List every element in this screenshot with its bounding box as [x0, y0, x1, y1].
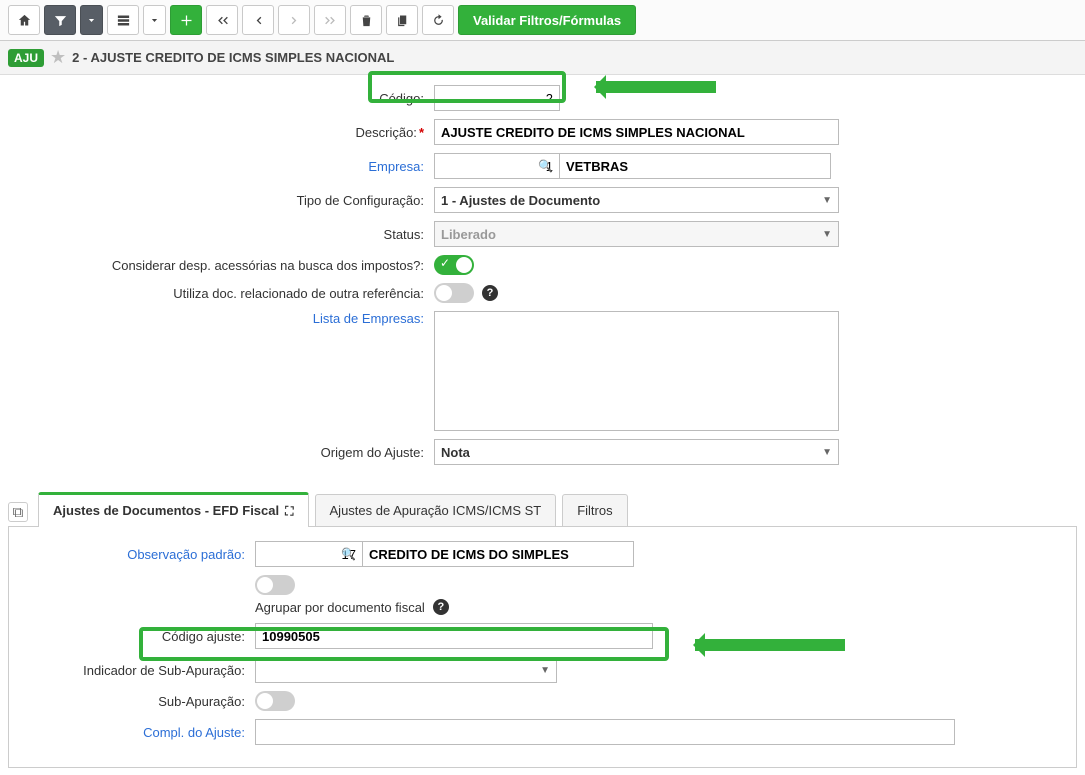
grid-button[interactable]	[107, 5, 139, 35]
next-button[interactable]	[278, 5, 310, 35]
caret-down-icon	[150, 16, 159, 25]
double-chevron-right-icon	[323, 13, 338, 28]
lista-empresas-textarea[interactable]	[434, 311, 839, 431]
codigo-ajuste-label: Código ajuste:	[19, 629, 255, 644]
copy-button[interactable]	[386, 5, 418, 35]
grid-dropdown-button[interactable]	[143, 5, 166, 35]
agrupar-toggle[interactable]	[255, 575, 295, 595]
caret-down-icon: ▼	[822, 195, 832, 206]
copy-icon	[395, 13, 410, 28]
status-label: Status:	[14, 227, 434, 242]
expand-icon[interactable]: ⛶	[285, 504, 293, 518]
sub-apuracao-label: Sub-Apuração:	[19, 694, 255, 709]
compl-ajuste-label[interactable]: Compl. do Ajuste:	[19, 725, 255, 740]
double-chevron-left-icon	[215, 13, 230, 28]
chevron-right-icon	[287, 13, 302, 28]
doc-relacionado-toggle[interactable]	[434, 283, 474, 303]
arrow-codigo	[596, 81, 716, 93]
reload-button[interactable]	[422, 5, 454, 35]
first-button[interactable]	[206, 5, 238, 35]
empresa-code-input[interactable]	[434, 153, 560, 179]
origem-ajuste-label: Origem do Ajuste:	[14, 445, 434, 460]
help-icon[interactable]: ?	[482, 285, 498, 301]
page-title: 2 - AJUSTE CREDITO DE ICMS SIMPLES NACIO…	[72, 50, 394, 65]
filter-dropdown-button[interactable]	[80, 5, 103, 35]
origem-ajuste-select[interactable]: Nota▼	[434, 439, 839, 465]
lista-empresas-label[interactable]: Lista de Empresas:	[14, 311, 434, 326]
tipo-config-label: Tipo de Configuração:	[14, 193, 434, 208]
compl-ajuste-input[interactable]	[255, 719, 955, 745]
tab-ajustes-apuracao[interactable]: Ajustes de Apuração ICMS/ICMS ST	[315, 494, 557, 526]
refresh-icon	[431, 13, 446, 28]
indicador-sub-select[interactable]: ▼	[255, 657, 557, 683]
last-button[interactable]	[314, 5, 346, 35]
caret-down-icon	[87, 16, 96, 25]
trash-icon	[359, 13, 374, 28]
descricao-label: Descrição:*	[14, 125, 434, 140]
record-type-badge: AJU	[8, 49, 44, 67]
home-icon	[17, 13, 32, 28]
prev-button[interactable]	[242, 5, 274, 35]
validate-filters-button[interactable]: Validar Filtros/Fórmulas	[458, 5, 636, 35]
tab-ajustes-documentos[interactable]: Ajustes de Documentos - EFD Fiscal⛶	[38, 492, 309, 527]
agrupar-label: Agrupar por documento fiscal	[255, 600, 425, 615]
observacao-code-input[interactable]	[255, 541, 363, 567]
caret-down-icon: ▼	[540, 665, 550, 676]
add-button[interactable]	[170, 5, 202, 35]
favorite-star-icon[interactable]: ★	[50, 47, 66, 68]
codigo-input[interactable]	[434, 85, 560, 111]
chevron-left-icon	[251, 13, 266, 28]
plus-icon	[179, 13, 194, 28]
indicador-sub-label: Indicador de Sub-Apuração:	[19, 663, 255, 678]
tab-filtros[interactable]: Filtros	[562, 494, 627, 526]
copy-tabs-icon[interactable]: ⧉	[8, 502, 28, 522]
codigo-ajuste-input[interactable]	[255, 623, 653, 649]
arrow-codigo-ajuste	[695, 639, 845, 651]
observacao-desc-display	[362, 541, 634, 567]
codigo-label: Código:	[14, 91, 434, 106]
descricao-input[interactable]	[434, 119, 839, 145]
table-icon	[116, 13, 131, 28]
delete-button[interactable]	[350, 5, 382, 35]
tipo-config-select[interactable]: 1 - Ajustes de Documento▼	[434, 187, 839, 213]
home-button[interactable]	[8, 5, 40, 35]
observacao-label[interactable]: Observação padrão:	[19, 547, 255, 562]
empresa-name-display	[559, 153, 831, 179]
caret-down-icon: ▼	[822, 229, 832, 240]
caret-down-icon: ▼	[822, 447, 832, 458]
help-icon[interactable]: ?	[433, 599, 449, 615]
filter-button[interactable]	[44, 5, 76, 35]
status-select: Liberado▼	[434, 221, 839, 247]
desp-acessorias-toggle[interactable]	[434, 255, 474, 275]
empresa-label[interactable]: Empresa:	[14, 159, 434, 174]
desp-acessorias-label: Considerar desp. acessórias na busca dos…	[14, 258, 434, 273]
doc-relacionado-label: Utiliza doc. relacionado de outra referê…	[14, 286, 434, 301]
filter-icon	[53, 13, 68, 28]
sub-apuracao-toggle[interactable]	[255, 691, 295, 711]
